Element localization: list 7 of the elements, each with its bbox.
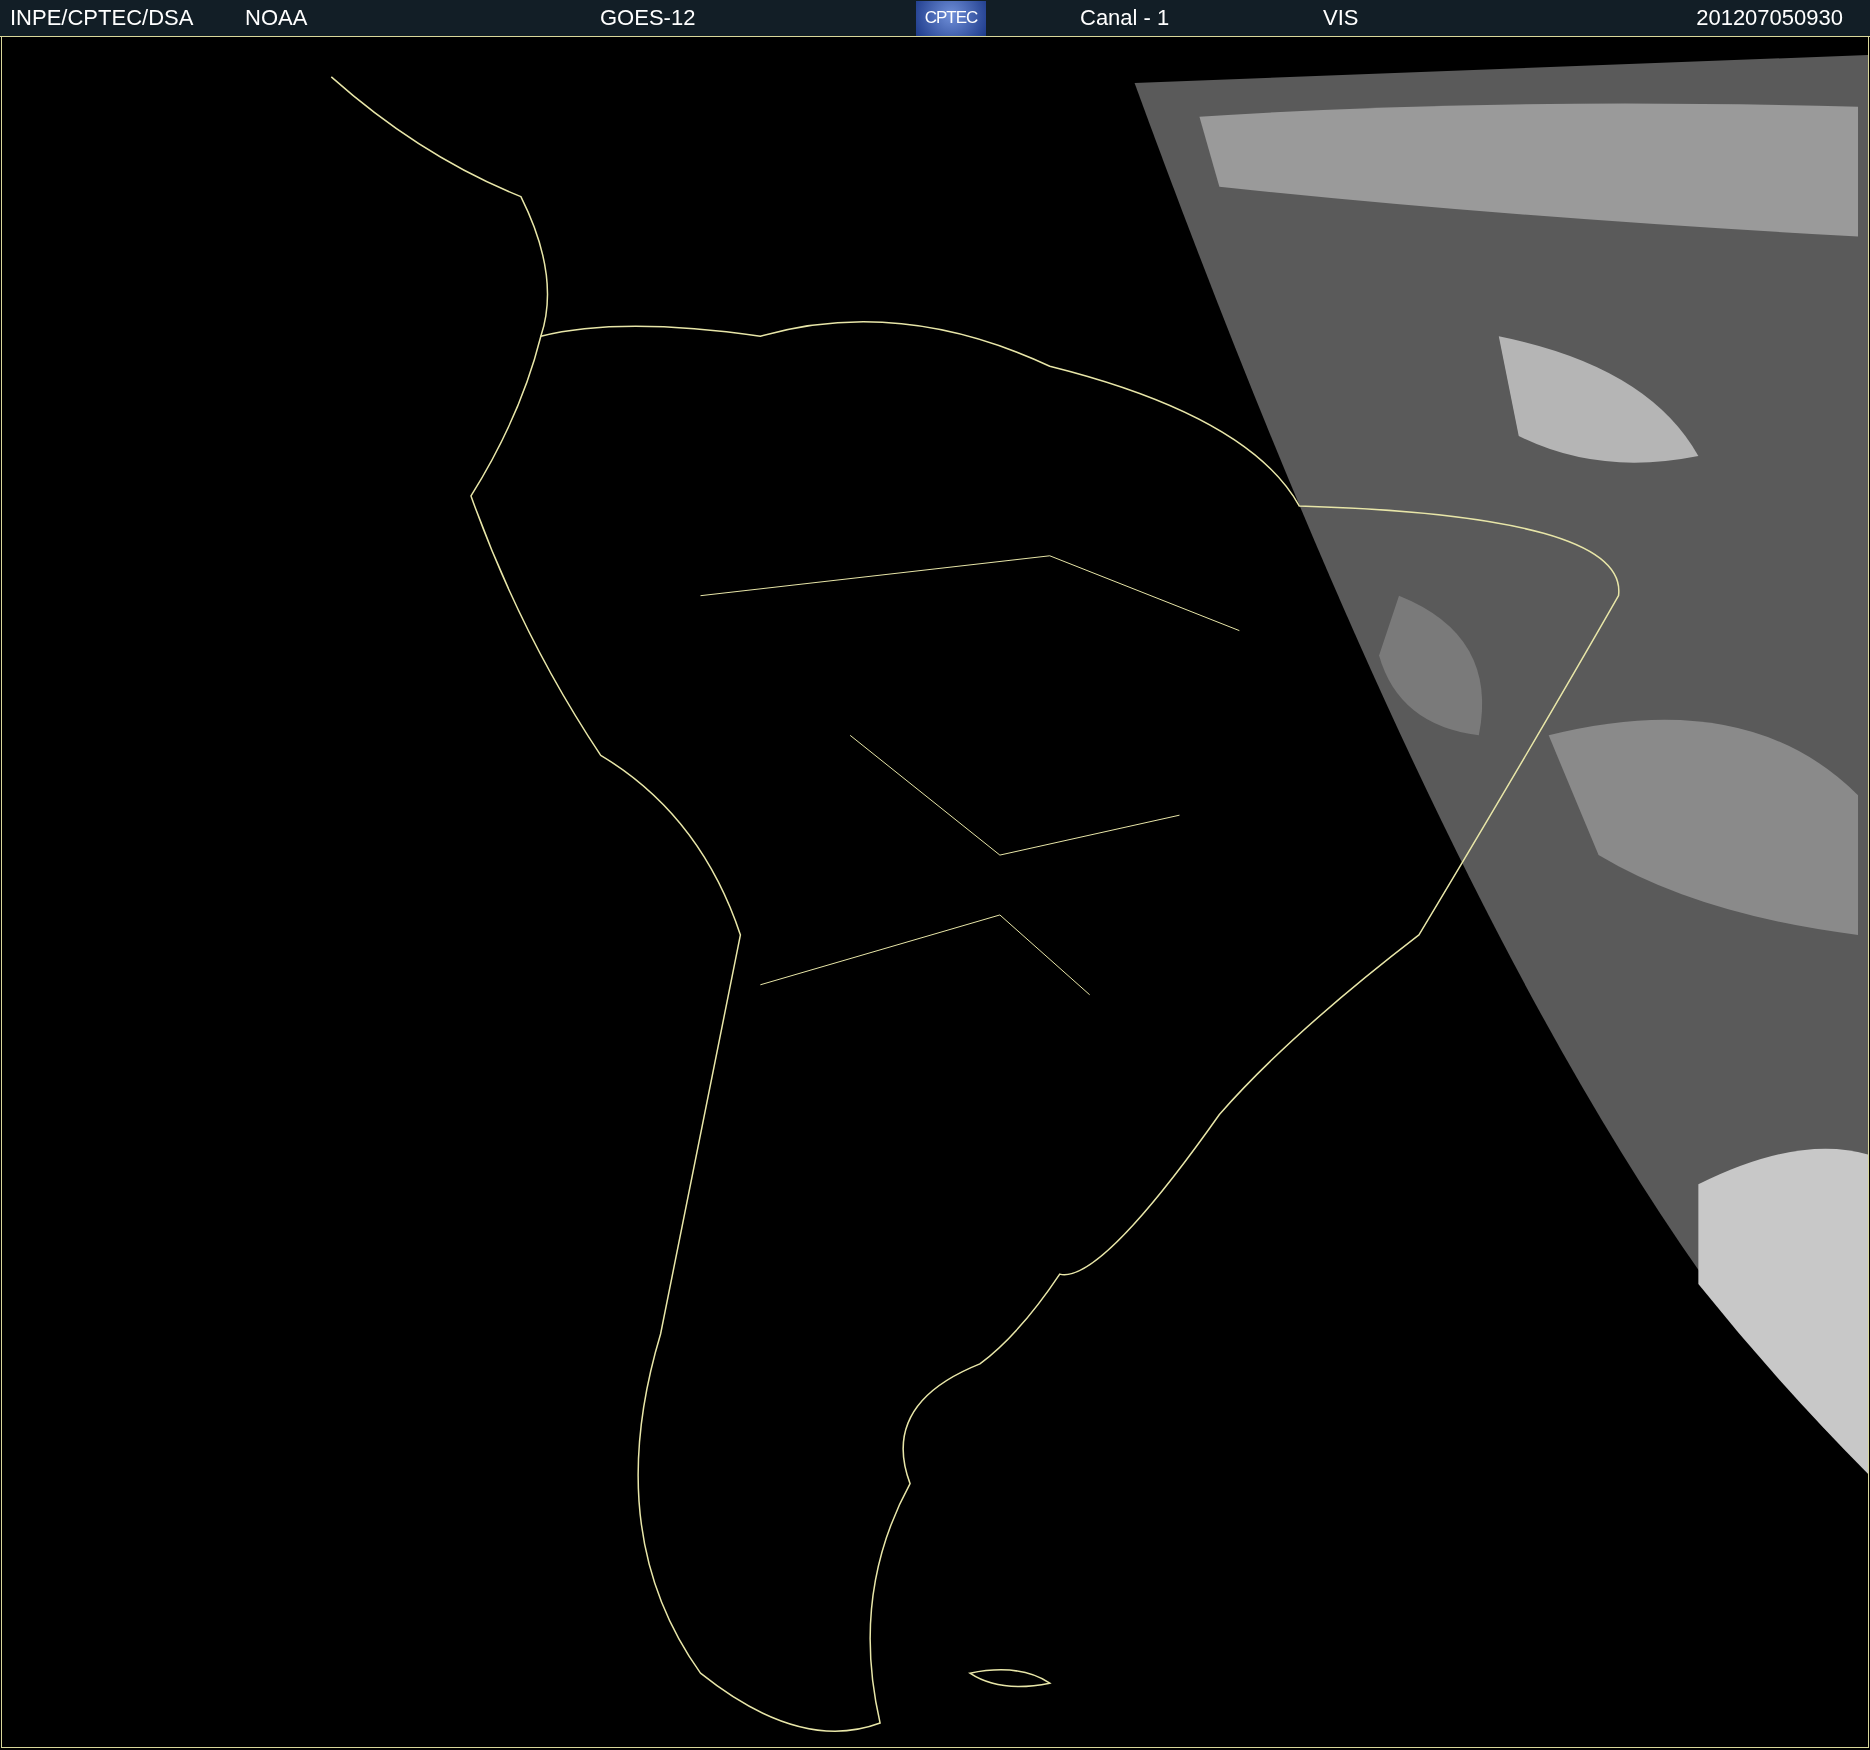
agency-label: NOAA — [245, 5, 308, 31]
band-label: VIS — [1323, 5, 1359, 31]
timestamp: 201207050930 — [1696, 5, 1843, 31]
channel-label: Canal - 1 — [1080, 5, 1170, 31]
source-label: INPE/CPTEC/DSA — [10, 5, 194, 31]
satellite-label: GOES-12 — [600, 5, 696, 31]
logo: CPTEC — [916, 0, 986, 36]
